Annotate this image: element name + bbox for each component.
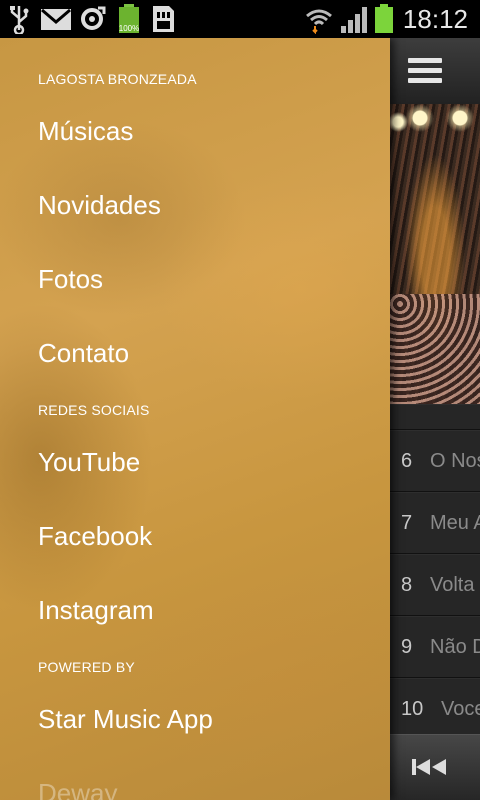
player-bar — [390, 734, 480, 800]
track-row-9[interactable]: 9 Não D — [390, 616, 480, 678]
drawer-item-novidades[interactable]: Novidades — [38, 190, 161, 221]
track-title: O Nos — [430, 450, 480, 472]
hamburger-menu-icon[interactable] — [408, 58, 442, 84]
drawer-item-star-music-app[interactable]: Star Music App — [38, 704, 213, 735]
track-list: 6 O Nos 7 Meu A 8 Volta 9 Não D 10 Voce — [390, 404, 480, 740]
track-number: 10 — [401, 698, 424, 720]
navigation-drawer: LAGOSTA BRONZEADA Músicas Novidades Foto… — [0, 38, 390, 800]
drawer-item-fotos[interactable]: Fotos — [38, 264, 103, 295]
track-title: Não D — [430, 636, 480, 658]
track-title: Volta — [430, 574, 475, 596]
table-row — [390, 404, 480, 430]
track-title: Voce — [441, 698, 480, 720]
track-row-10[interactable]: 10 Voce — [390, 678, 480, 740]
wifi-icon — [306, 9, 332, 34]
section-header-powered-by: POWERED BY — [38, 659, 135, 675]
signal-icon — [341, 7, 367, 33]
crowd-image — [390, 294, 480, 404]
battery-icon — [375, 4, 393, 33]
section-header-lagosta-bronzeada: LAGOSTA BRONZEADA — [38, 71, 197, 87]
drawer-item-contato[interactable]: Contato — [38, 338, 129, 369]
sd-card-icon — [153, 6, 174, 32]
track-number: 8 — [401, 574, 413, 596]
drawer-item-deway[interactable]: Deway — [38, 778, 117, 800]
track-row-7[interactable]: 7 Meu A — [390, 492, 480, 554]
drawer-item-musicas[interactable]: Músicas — [38, 116, 133, 147]
status-bar: 100% 18:12 — [0, 0, 480, 38]
screen: 100% 18:12 6 O No 7 Meu 8 Volta 9 Não 10… — [0, 0, 480, 800]
battery-full-icon: 100% — [119, 4, 139, 33]
usb-icon — [10, 6, 29, 34]
track-row-6[interactable]: 6 O Nos — [390, 430, 480, 492]
track-number: 6 — [401, 450, 413, 472]
battery-percent-label: 100% — [119, 24, 139, 33]
clock-time: 18:12 — [402, 4, 468, 34]
section-header-redes-sociais: REDES SOCIAIS — [38, 402, 150, 418]
drawer-item-youtube[interactable]: YouTube — [38, 447, 140, 478]
gmail-icon — [41, 8, 71, 30]
band-photo-banner — [390, 104, 480, 404]
track-number: 7 — [401, 512, 413, 534]
app-toolbar — [390, 38, 480, 105]
drawer-item-facebook[interactable]: Facebook — [38, 521, 152, 552]
track-title: Meu A — [430, 512, 480, 534]
previous-track-icon[interactable] — [410, 755, 450, 779]
track-number: 9 — [401, 636, 413, 658]
track-row-8[interactable]: 8 Volta — [390, 554, 480, 616]
sync-icon — [81, 6, 106, 30]
drawer-item-instagram[interactable]: Instagram — [38, 595, 154, 626]
